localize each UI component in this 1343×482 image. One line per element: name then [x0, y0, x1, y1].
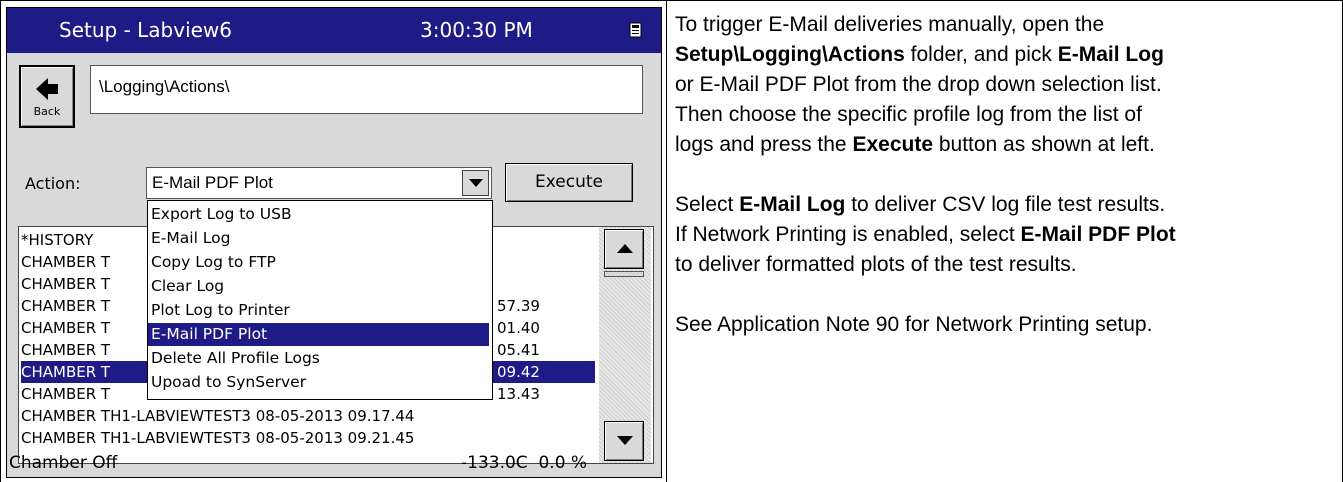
bold-text: E-Mail Log	[1057, 43, 1164, 66]
log-list-scrollbar[interactable]	[599, 227, 651, 463]
action-dropdown-button[interactable]	[462, 170, 489, 196]
text: button as shown at left.	[933, 133, 1155, 156]
back-arrow-icon	[36, 78, 58, 100]
device-screen: Setup - Labview6 3:00:30 PM Back \Loggin…	[6, 7, 662, 478]
text: logs and press the	[675, 133, 853, 156]
dropdown-item[interactable]: Upoad to SynServer	[148, 371, 489, 394]
log-row-tail: 13.43	[497, 385, 540, 403]
action-selected-value: E-Mail PDF Plot	[152, 173, 273, 192]
scroll-down-icon	[617, 436, 633, 445]
chamber-status: Chamber Off	[9, 453, 118, 473]
text: to deliver CSV log file test results.	[845, 193, 1166, 216]
scroll-up-icon	[617, 244, 633, 253]
log-row-tail: 01.40	[497, 319, 540, 337]
temperature-readout: -133.0C	[461, 453, 528, 473]
bold-text: Execute	[852, 133, 933, 156]
scroll-down-button[interactable]	[604, 421, 644, 461]
window-title: Setup - Labview6	[59, 18, 233, 42]
log-row[interactable]: CHAMBER T	[21, 273, 110, 295]
scroll-up-button[interactable]	[604, 229, 644, 269]
paragraph-1: To trigger E-Mail deliveries manually, o…	[675, 10, 1335, 160]
log-row-tail: 09.42	[497, 363, 540, 381]
table-border-left	[0, 0, 1, 482]
dropdown-item[interactable]: Copy Log to FTP	[148, 251, 489, 274]
back-button-label: Back	[33, 105, 61, 118]
paragraph-3: See Application Note 90 for Network Prin…	[675, 313, 1153, 336]
text: to deliver formatted plots of the test r…	[675, 253, 1077, 276]
log-row-tail: 57.39	[497, 297, 540, 315]
action-select[interactable]: E-Mail PDF Plot	[146, 167, 492, 199]
bold-text: Setup\Logging\Actions	[675, 43, 905, 66]
instructions-text: To trigger E-Mail deliveries manually, o…	[675, 10, 1335, 340]
log-row-tail: 05.41	[497, 341, 540, 359]
dropdown-item[interactable]: E-Mail Log	[148, 227, 489, 250]
text: If Network Printing is enabled, select	[675, 223, 1021, 246]
percent-readout: 0.0 %	[538, 453, 588, 473]
back-button[interactable]: Back	[19, 65, 75, 128]
log-row[interactable]: CHAMBER TH1-LABVIEWTEST3 08-05-2013 09.2…	[21, 427, 414, 449]
log-row[interactable]: CHAMBER T	[21, 251, 110, 273]
execute-button[interactable]: Execute	[505, 163, 633, 202]
bold-text: E-Mail Log	[739, 193, 846, 216]
paragraph-2: Select E-Mail Log to deliver CSV log fil…	[675, 190, 1335, 280]
dropdown-arrow-icon	[469, 179, 483, 187]
dropdown-item-selected[interactable]: E-Mail PDF Plot	[148, 323, 489, 346]
scroll-thumb[interactable]	[604, 271, 644, 277]
text: folder, and pick	[904, 43, 1058, 66]
text: or E-Mail PDF Plot from the drop down se…	[675, 73, 1162, 96]
text: To trigger E-Mail deliveries manually, o…	[675, 13, 1105, 36]
dropdown-item[interactable]: Delete All Profile Logs	[148, 347, 489, 370]
dropdown-item[interactable]: Clear Log	[148, 275, 489, 298]
dropdown-item[interactable]: Plot Log to Printer	[148, 299, 489, 322]
text: Then choose the specific profile log fro…	[675, 103, 1142, 126]
table-border-middle	[666, 0, 667, 482]
window-icon[interactable]	[629, 22, 642, 38]
log-row[interactable]: CHAMBER TH1-LABVIEWTEST3 08-05-2013 09.1…	[21, 405, 414, 427]
status-readout: -133.0C 0.0 %	[461, 453, 587, 473]
title-bar: Setup - Labview6 3:00:30 PM	[7, 8, 661, 53]
action-dropdown-menu[interactable]: Export Log to USB E-Mail Log Copy Log to…	[147, 200, 493, 400]
log-row[interactable]: *HISTORY	[21, 229, 93, 251]
action-label: Action:	[25, 174, 81, 193]
clock: 3:00:30 PM	[420, 18, 533, 42]
text: Select	[675, 193, 740, 216]
path-field[interactable]: \Logging\Actions\	[90, 65, 643, 114]
bold-text: E-Mail PDF Plot	[1020, 223, 1176, 246]
dropdown-item[interactable]: Export Log to USB	[148, 203, 489, 226]
table-border-top	[0, 0, 1343, 1]
